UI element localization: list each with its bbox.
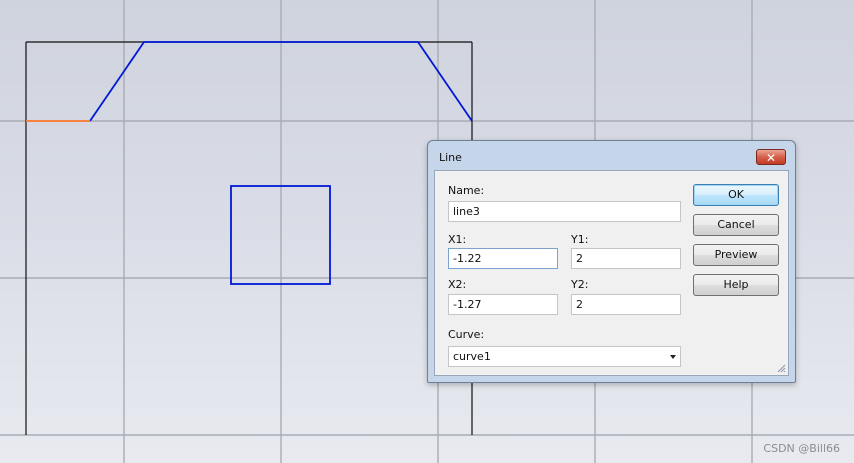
watermark-text: CSDN @Bill66 <box>763 442 840 455</box>
x2-field[interactable]: -1.27 <box>448 294 558 315</box>
resize-grip-icon[interactable] <box>776 363 786 373</box>
line-dialog: Line ✕ Name: line3 X1: -1.22 Y1: 2 X2: -… <box>427 140 796 383</box>
x2-label: X2: <box>448 278 467 291</box>
name-field[interactable]: line3 <box>448 201 681 222</box>
curve-label: Curve: <box>448 328 485 341</box>
close-button[interactable]: ✕ <box>756 149 786 165</box>
name-label: Name: <box>448 184 485 197</box>
x1-field[interactable]: -1.22 <box>448 248 558 269</box>
y2-label: Y2: <box>571 278 589 291</box>
x1-label: X1: <box>448 233 467 246</box>
help-button[interactable]: Help <box>693 274 779 296</box>
cancel-button[interactable]: Cancel <box>693 214 779 236</box>
chevron-down-icon[interactable] <box>670 355 676 359</box>
curve-select-value: curve1 <box>453 350 491 363</box>
preview-button[interactable]: Preview <box>693 244 779 266</box>
ok-button[interactable]: OK <box>693 184 779 206</box>
y1-field[interactable]: 2 <box>571 248 681 269</box>
dialog-client-area: Name: line3 X1: -1.22 Y1: 2 X2: -1.27 Y2… <box>434 170 789 376</box>
y1-label: Y1: <box>571 233 589 246</box>
curve-select[interactable]: curve1 <box>448 346 681 367</box>
dialog-title: Line <box>439 151 462 164</box>
y2-field[interactable]: 2 <box>571 294 681 315</box>
